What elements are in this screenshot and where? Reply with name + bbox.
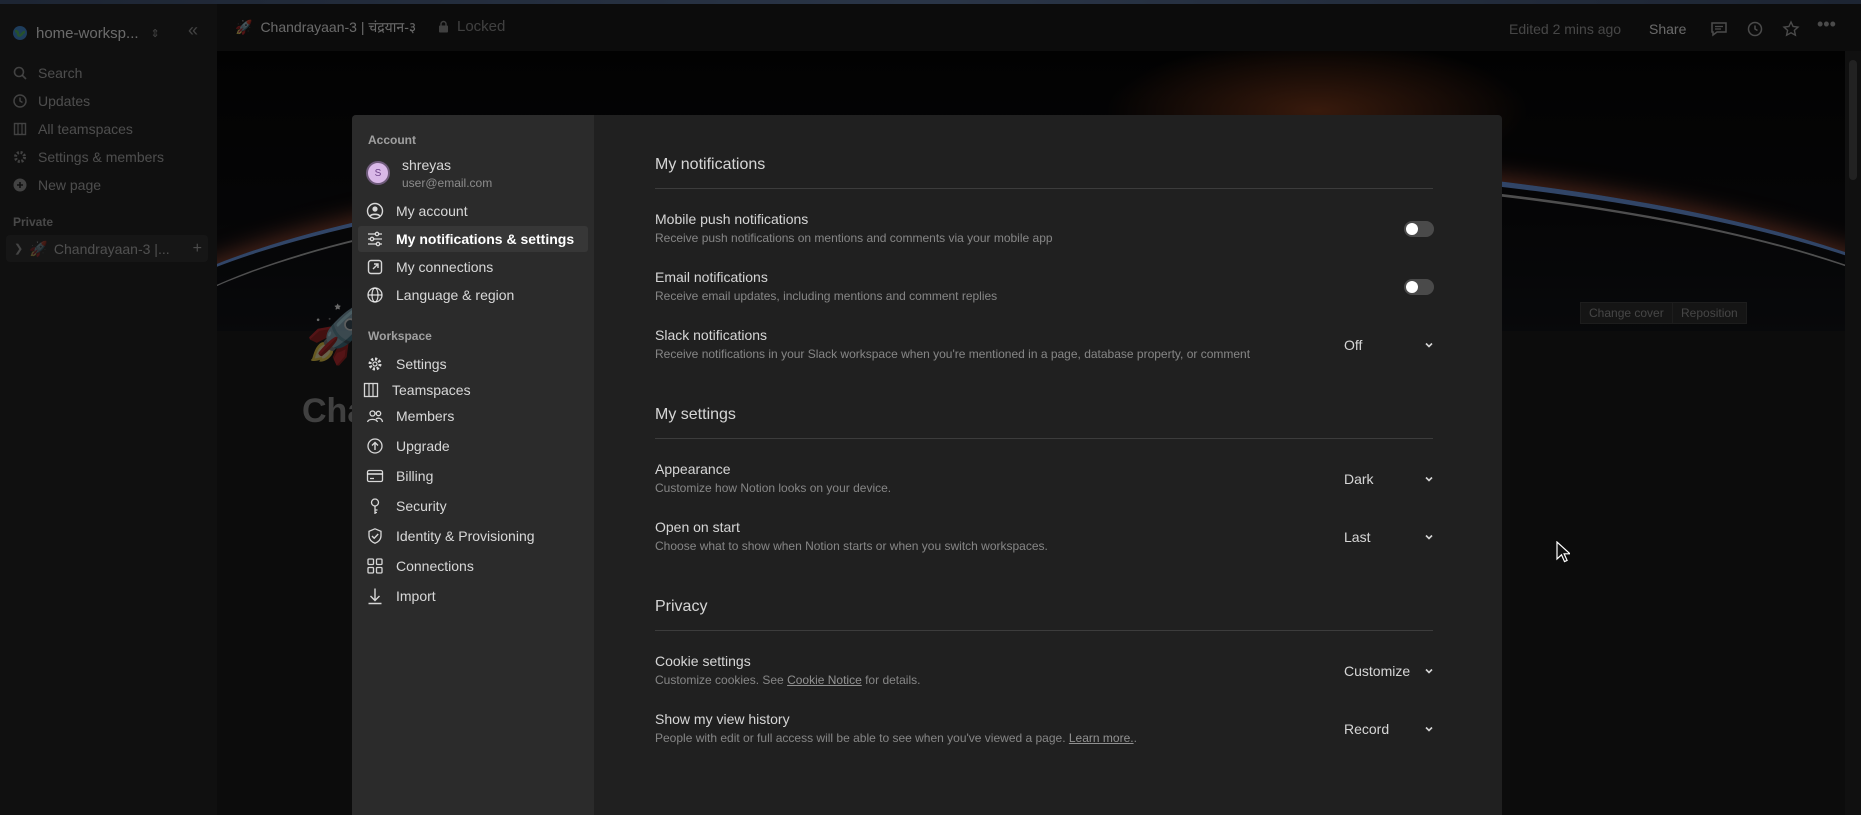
email-notifications-desc: Receive email updates, including mention… (655, 289, 998, 303)
user-circle-icon (366, 202, 384, 220)
chevron-down-icon (1425, 668, 1433, 674)
section-title-settings: My settings (655, 406, 736, 423)
gear-icon (368, 357, 382, 371)
email-notifications-title: Email notifications (655, 269, 768, 285)
nav-item-label: Settings (396, 356, 447, 372)
nav-item-my-notifications-settings[interactable]: My notifications & settings (358, 226, 588, 252)
desc-text: . (1133, 731, 1137, 745)
slack-notifications-title: Slack notifications (655, 327, 768, 343)
avatar: S (366, 161, 390, 185)
desc-text: for details. (861, 673, 921, 687)
nav-header-account: Account (368, 133, 416, 147)
chevron-down-icon (1425, 342, 1433, 348)
shield-check-icon (368, 528, 382, 544)
nav-item-upgrade[interactable]: Upgrade (358, 433, 588, 459)
cookie-settings-desc: Customize cookies. See Cookie Notice for… (655, 673, 920, 687)
globe-icon (367, 287, 383, 303)
nav-item-label: Security (396, 498, 447, 514)
learn-more-link[interactable]: Learn more. (1069, 731, 1134, 745)
nav-item-label: Language & region (396, 287, 515, 303)
mouse-cursor-icon (1556, 541, 1570, 563)
appearance-desc: Customize how Notion looks on your devic… (655, 481, 892, 495)
key-icon (370, 498, 380, 514)
mobile-push-desc: Receive push notifications on mentions a… (655, 231, 1053, 245)
user-email: user@email.com (402, 176, 493, 190)
nav-item-import[interactable]: Import (358, 583, 588, 609)
appearance-title: Appearance (655, 461, 731, 477)
settings-nav: Account S shreyas user@email.com My acco… (352, 115, 594, 815)
chevron-down-icon (1425, 534, 1433, 540)
sliders-icon (368, 231, 382, 247)
nav-item-label: My account (396, 203, 468, 219)
select-value: Off (1344, 337, 1363, 353)
section-title-privacy: Privacy (655, 598, 708, 615)
nav-item-label: Connections (396, 558, 474, 574)
cookie-notice-link[interactable]: Cookie Notice (787, 673, 862, 687)
nav-item-label: My notifications & settings (396, 231, 575, 247)
building-icon (363, 382, 379, 398)
nav-item-label: Import (396, 588, 436, 604)
mobile-push-toggle[interactable] (1404, 221, 1434, 237)
external-link-icon (367, 259, 383, 275)
toggle-knob (1406, 223, 1418, 235)
nav-header-workspace: Workspace (368, 329, 432, 343)
download-icon (368, 588, 382, 605)
select-value: Dark (1344, 471, 1374, 487)
section-title-notifications: My notifications (655, 156, 766, 173)
select-value: Customize (1344, 663, 1411, 679)
nav-item-label: Billing (396, 468, 434, 484)
settings-content: My notifications Mobile push notificatio… (594, 115, 1502, 815)
appearance-select[interactable]: Dark (1344, 467, 1434, 491)
nav-item-connections[interactable]: Connections (358, 553, 588, 579)
cookie-settings-select[interactable]: Customize (1344, 659, 1434, 683)
nav-item-security[interactable]: Security (358, 493, 588, 519)
nav-item-label: My connections (396, 259, 494, 275)
chevron-down-icon (1425, 726, 1433, 732)
select-value: Record (1344, 721, 1390, 737)
view-history-desc: People with edit or full access will be … (655, 731, 1137, 745)
credit-card-icon (366, 469, 384, 483)
grid-icon (367, 558, 383, 574)
cookie-settings-title: Cookie settings (655, 653, 751, 669)
section-divider (655, 438, 1433, 439)
select-value: Last (1344, 529, 1371, 545)
nav-item-language-region[interactable]: Language & region (358, 282, 588, 308)
nav-item-identity-provisioning[interactable]: Identity & Provisioning (358, 523, 588, 549)
nav-item-my-connections[interactable]: My connections (358, 254, 588, 280)
section-divider (655, 630, 1433, 631)
nav-item-label: Members (396, 408, 455, 424)
upgrade-icon (367, 438, 383, 454)
section-divider (655, 188, 1433, 189)
open-on-start-select[interactable]: Last (1344, 525, 1434, 549)
slack-notifications-desc: Receive notifications in your Slack work… (655, 347, 1251, 361)
open-on-start-title: Open on start (655, 519, 740, 535)
slack-notifications-select[interactable]: Off (1344, 333, 1434, 357)
view-history-select[interactable]: Record (1344, 717, 1434, 741)
mobile-push-title: Mobile push notifications (655, 211, 809, 227)
chevron-down-icon (1425, 476, 1433, 482)
nav-item-my-account[interactable]: My account (358, 198, 588, 224)
nav-item-label: Upgrade (396, 438, 450, 454)
nav-item-label: Identity & Provisioning (396, 528, 535, 544)
open-on-start-desc: Choose what to show when Notion starts o… (655, 539, 1048, 553)
nav-item-label: Teamspaces (392, 382, 471, 398)
nav-item-members[interactable]: Members (358, 403, 588, 429)
email-notifications-toggle[interactable] (1404, 279, 1434, 295)
desc-text: People with edit or full access will be … (655, 731, 1069, 745)
view-history-title: Show my view history (655, 711, 790, 727)
toggle-knob (1406, 281, 1418, 293)
settings-modal: Account S shreyas user@email.com My acco… (352, 115, 1502, 815)
members-icon (366, 410, 384, 423)
nav-item-settings[interactable]: Settings (358, 351, 588, 377)
desc-text: Customize cookies. See (655, 673, 788, 687)
user-name: shreyas (402, 157, 452, 173)
nav-item-teamspaces[interactable]: Teamspaces (354, 377, 584, 403)
nav-item-billing[interactable]: Billing (358, 463, 588, 489)
